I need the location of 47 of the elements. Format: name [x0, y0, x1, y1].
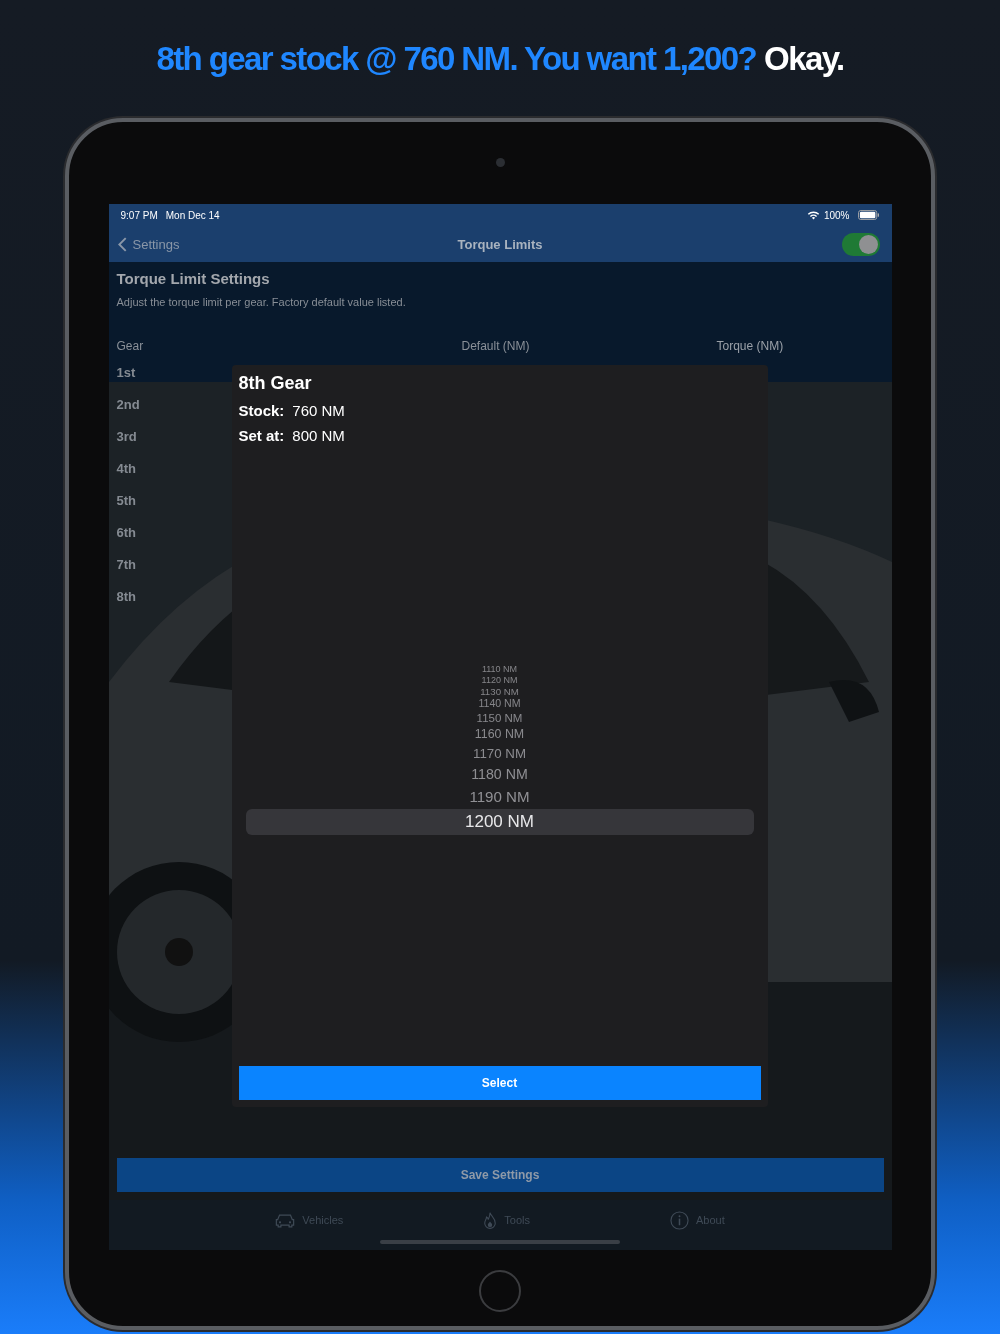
column-header: Gear	[116, 339, 145, 355]
gear-label: 4th	[116, 460, 136, 478]
section-subtitle: Adjust the torque limit per gear. Factory default value listed.	[116, 296, 407, 308]
camera-icon	[495, 158, 505, 167]
picker-option[interactable]: 1170 NM	[473, 743, 526, 763]
column-header: Default (NM)	[461, 339, 531, 355]
info-value: 760 NM	[292, 402, 345, 419]
back-link[interactable]: Settings	[117, 236, 180, 252]
toggle-switch[interactable]	[841, 232, 880, 256]
wifi-icon	[806, 210, 820, 220]
picker-option[interactable]: 1130 NM	[480, 685, 519, 697]
headline: 8th gear stock @ 760 NM. You want 1,200?	[156, 40, 757, 78]
info-icon	[669, 1210, 689, 1230]
info-value: 800 NM	[292, 427, 345, 444]
picker-option[interactable]: 1150 NM	[476, 710, 523, 726]
picker-option[interactable]: 1120 NM	[481, 674, 518, 686]
headline-accent: Okay.	[764, 40, 844, 78]
home-button[interactable]	[479, 1270, 521, 1312]
select-button[interactable]: Select	[238, 1066, 761, 1100]
gear-label: 1st	[116, 364, 136, 382]
chevron-icon	[117, 236, 127, 252]
status-time: 9:07 PM	[120, 209, 158, 221]
battery-icon	[857, 210, 880, 220]
nav-title: Torque Limits	[456, 236, 544, 252]
picker-option[interactable]: 1140 NM	[478, 696, 521, 711]
picker-option[interactable]: 1180 NM	[471, 762, 528, 785]
info-label: Set at:	[238, 427, 285, 444]
info-label: Stock:	[238, 402, 285, 419]
gear-label: 6th	[116, 524, 136, 542]
section-title: Torque Limit Settings	[116, 270, 271, 287]
dialog-title: 8th Gear	[238, 373, 313, 394]
gear-label: 5th	[116, 492, 136, 510]
flame-icon	[483, 1210, 498, 1230]
gear-label: 7th	[116, 556, 136, 574]
status-date: Mon Dec 14	[165, 209, 220, 221]
gear-label: 2nd	[116, 396, 140, 414]
picker-option[interactable]: 1110 NM	[481, 663, 518, 675]
battery-percent: 100%	[823, 209, 850, 221]
picker-option[interactable]: 1160 NM	[474, 725, 525, 744]
car-icon	[275, 1212, 296, 1228]
column-header: Torque (NM)	[716, 339, 784, 355]
save-settings-button[interactable]: Save Settings	[116, 1158, 884, 1192]
picker-wheel[interactable]: 1110 NM 1120 NM 1130 NM 1140 NM 1150 NM 1160 NM 1170 NM 1180 NM 1190 NM 1200 NM	[238, 452, 761, 1066]
gear-label: 3rd	[116, 428, 137, 446]
picker-option[interactable]: 1190 NM	[469, 784, 530, 809]
picker-option[interactable]: 1200 NM	[245, 808, 754, 835]
gear-label: 8th	[116, 588, 136, 606]
